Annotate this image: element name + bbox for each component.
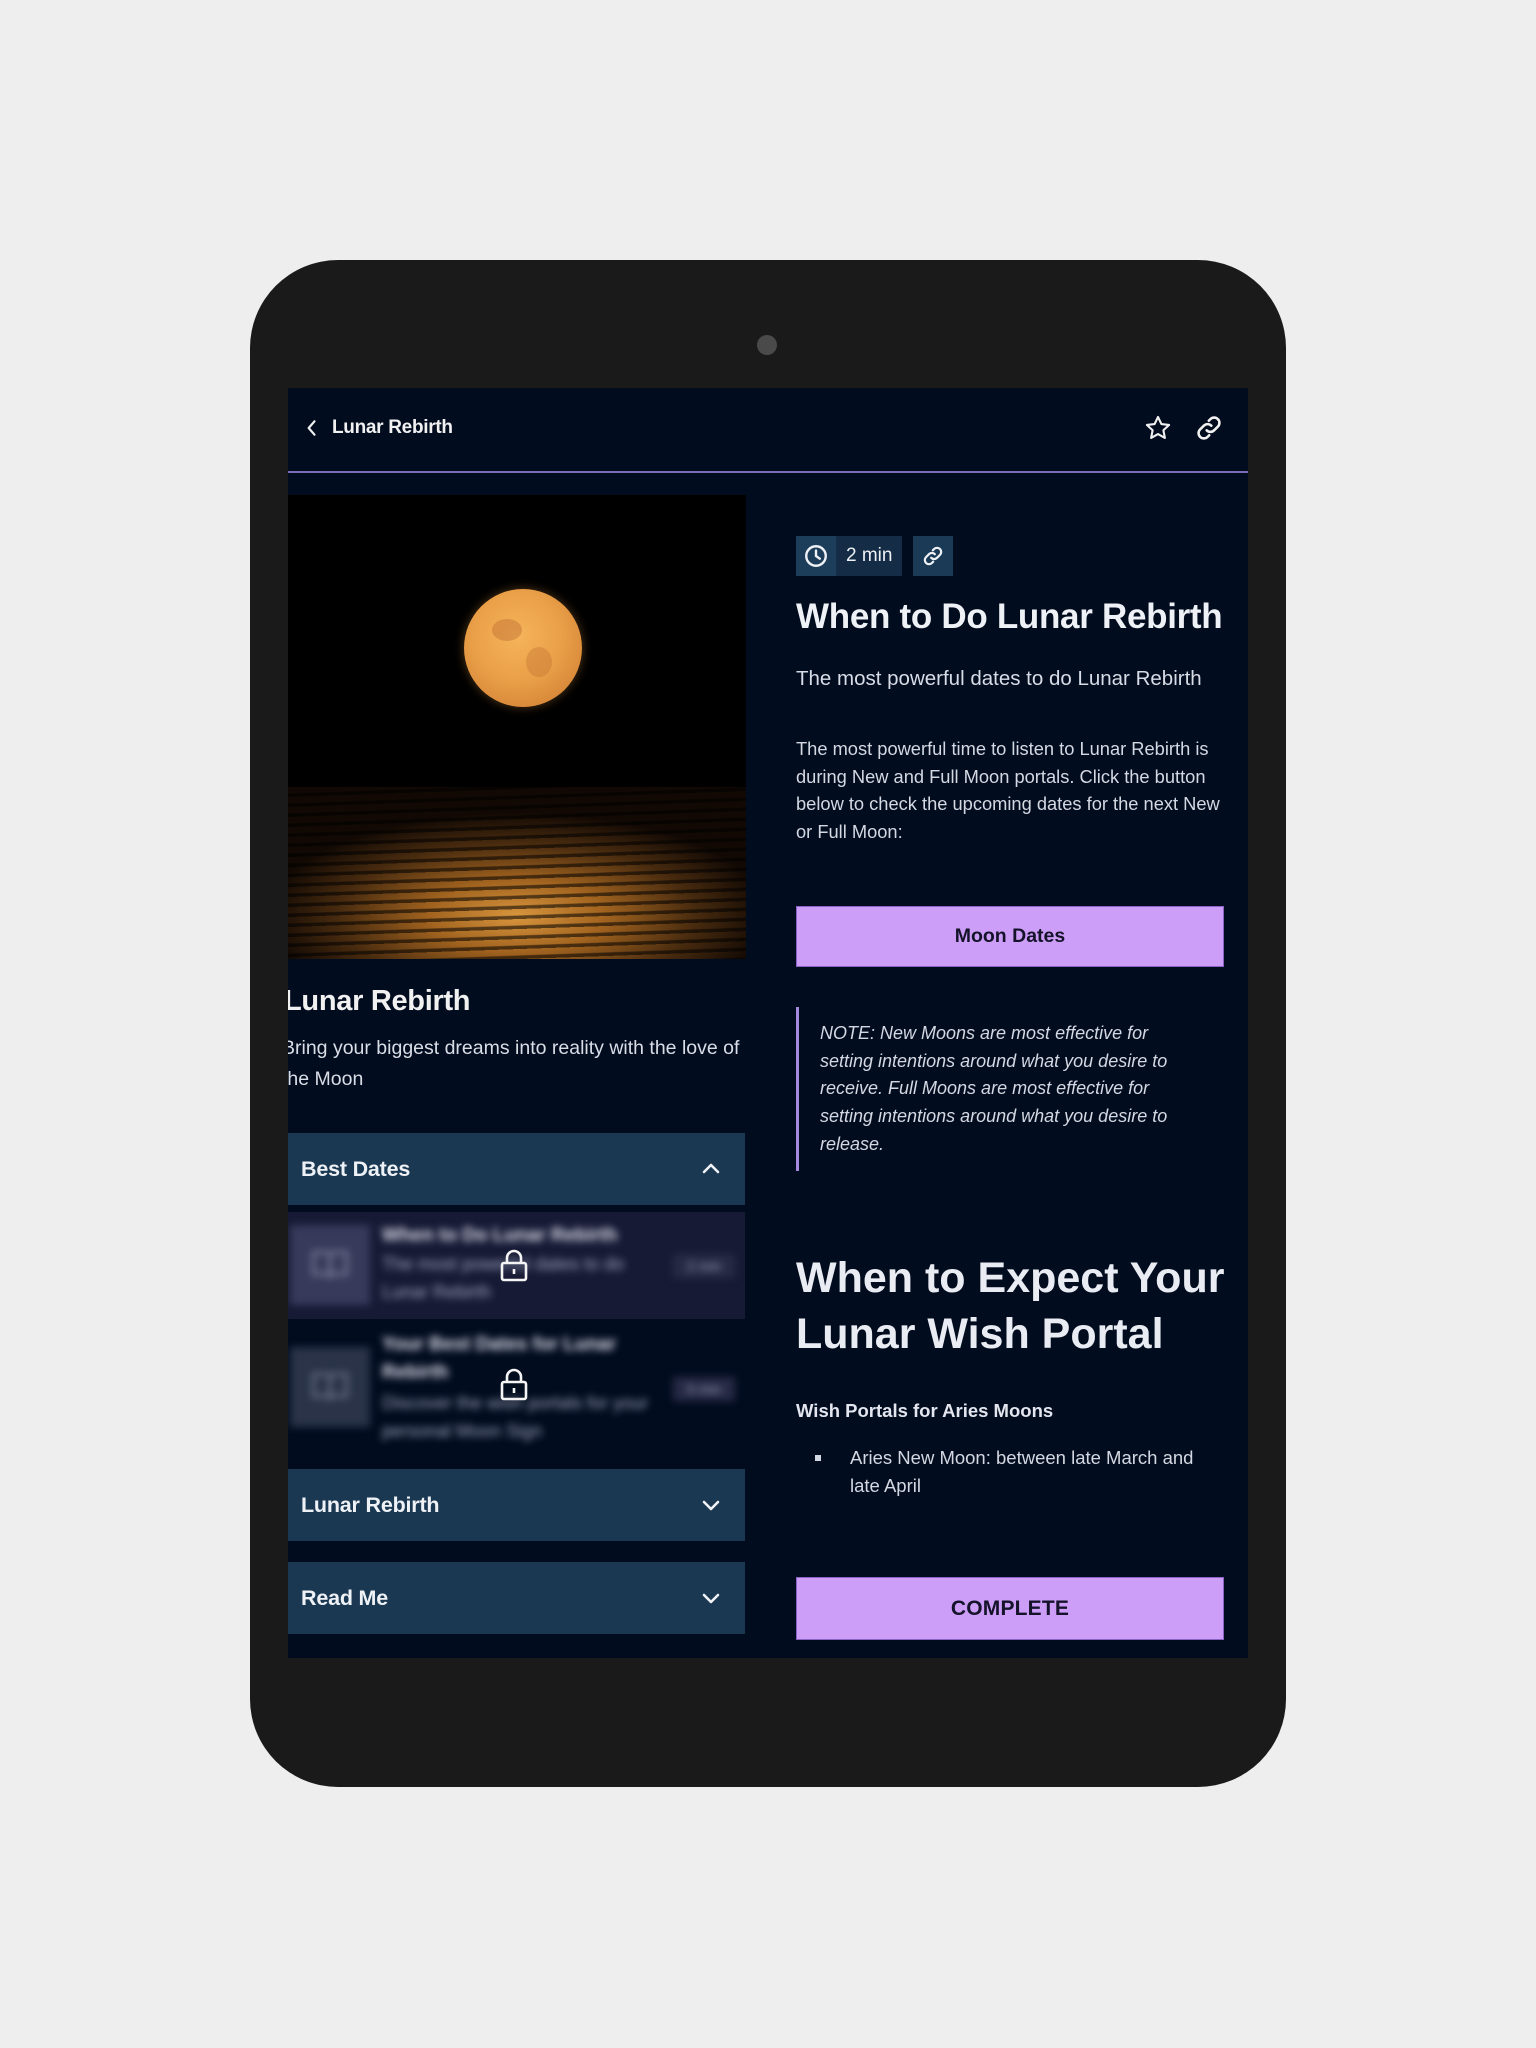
back-button[interactable]: Lunar Rebirth: [302, 408, 453, 448]
duration-chip: 2 min: [796, 536, 903, 576]
clock-icon-box: [796, 536, 836, 576]
subheading: Wish Portals for Aries Moons: [796, 1400, 1054, 1421]
link-icon: [924, 546, 943, 566]
lesson-title: When to Do Lunar Rebirth: [382, 1225, 618, 1246]
chevron-down-icon: [702, 1593, 720, 1604]
bullet-list: Aries New Moon: between late March and l…: [796, 1444, 1226, 1499]
lock-icon: [500, 1368, 528, 1401]
lesson-thumbnail: [290, 1225, 370, 1305]
lesson-list-item[interactable]: When to Do Lunar Rebirth The most powerf…: [288, 1212, 745, 1319]
lesson-list-item[interactable]: Your Best Dates for Lunar Rebirth Discov…: [288, 1319, 745, 1449]
lesson-title: When to Do Lunar Rebirth: [796, 597, 1223, 636]
lesson-duration-text: 2 min: [836, 536, 903, 576]
lesson-subtitle: The most powerful dates to do Lunar Rebi…: [796, 667, 1202, 690]
copy-link-button[interactable]: [1191, 410, 1227, 446]
top-app-bar: Lunar Rebirth: [288, 388, 1248, 473]
bullet-item: Aries New Moon: between late March and l…: [796, 1444, 1226, 1499]
link-icon: [1197, 416, 1221, 440]
chevron-down-icon: [702, 1500, 720, 1511]
section-accordion-read-me[interactable]: Read Me: [288, 1562, 745, 1634]
lesson-meta-row: 2 min: [796, 536, 954, 576]
course-title: Lunar Rebirth: [288, 985, 471, 1017]
section-accordion-lunar-rebirth[interactable]: Lunar Rebirth: [288, 1469, 745, 1541]
lesson-duration: 2 min: [673, 1254, 735, 1278]
moonlit-sea: [288, 787, 746, 959]
copy-lesson-link-button[interactable]: [913, 536, 954, 576]
lesson-thumbnail: [290, 1347, 370, 1427]
section-label: Lunar Rebirth: [301, 1492, 440, 1517]
course-description: Bring your biggest dreams into reality w…: [288, 1037, 740, 1090]
book-icon: [312, 1250, 348, 1279]
lesson-duration: 5 min: [673, 1377, 735, 1401]
chevron-left-icon: [307, 420, 316, 436]
clock-icon: [805, 545, 827, 567]
star-icon: [1145, 415, 1171, 439]
complete-button[interactable]: COMPLETE: [796, 1577, 1224, 1640]
back-button-label: Lunar Rebirth: [332, 417, 453, 438]
full-moon-graphic: [464, 589, 582, 707]
note-blockquote: NOTE: New Moons are most effective for s…: [796, 1007, 1196, 1171]
section-accordion-best-dates[interactable]: Best Dates: [288, 1133, 745, 1205]
app-screen: Lunar Rebirth Lunar Rebirth Bring your b…: [288, 388, 1248, 1658]
section-label: Read Me: [301, 1585, 389, 1610]
lock-icon: [500, 1249, 528, 1282]
section-heading: When to Expect Your Lunar Wish Portal: [796, 1254, 1225, 1358]
chevron-up-icon: [702, 1163, 720, 1174]
front-camera: [757, 335, 777, 355]
lesson-body-text: The most powerful time to listen to Luna…: [796, 738, 1220, 843]
section-label: Best Dates: [301, 1156, 411, 1181]
course-hero-image: [288, 495, 746, 959]
course-sidebar: Lunar Rebirth Bring your biggest dreams …: [288, 495, 746, 1634]
book-icon: [312, 1372, 348, 1401]
tablet-device-frame: Lunar Rebirth Lunar Rebirth Bring your b…: [250, 260, 1286, 1787]
moon-dates-button[interactable]: Moon Dates: [796, 906, 1224, 967]
favorite-button[interactable]: [1140, 410, 1176, 446]
